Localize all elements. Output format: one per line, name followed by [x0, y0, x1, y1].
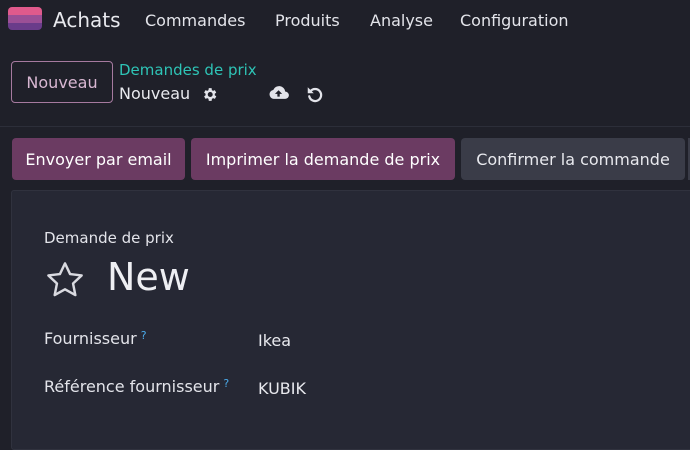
vendor-reference-field[interactable]: KUBIK	[258, 379, 306, 398]
cloud-upload-icon[interactable]	[268, 84, 290, 102]
app-name[interactable]: Achats	[53, 8, 121, 32]
star-icon[interactable]	[43, 259, 87, 301]
send-email-button[interactable]: Envoyer par email	[12, 138, 185, 180]
nav-item-configuration[interactable]: Configuration	[460, 11, 569, 30]
vendor-field[interactable]: Ikea	[258, 331, 291, 350]
nav-item-commandes[interactable]: Commandes	[145, 11, 245, 30]
breadcrumb-parent[interactable]: Demandes de prix	[119, 61, 257, 79]
top-navbar: Achats Commandes Produits Analyse Config…	[0, 0, 690, 40]
undo-icon[interactable]	[305, 85, 324, 103]
confirm-order-button[interactable]: Confirmer la commande	[461, 138, 685, 180]
breadcrumb-current: Nouveau	[119, 84, 191, 103]
help-tooltip-icon[interactable]: ?	[223, 377, 229, 390]
nav-item-analyse[interactable]: Analyse	[370, 11, 433, 30]
gear-icon[interactable]	[201, 86, 218, 103]
record-name[interactable]: New	[107, 255, 190, 299]
vendor-label: Fournisseur?	[44, 329, 147, 348]
help-tooltip-icon[interactable]: ?	[141, 329, 147, 342]
nav-item-produits[interactable]: Produits	[275, 11, 340, 30]
document-type-label: Demande de prix	[44, 229, 174, 247]
new-button[interactable]: Nouveau	[11, 61, 113, 103]
print-rfq-button[interactable]: Imprimer la demande de prix	[191, 138, 455, 180]
purchase-app-icon[interactable]	[8, 7, 42, 30]
control-panel-divider	[0, 126, 690, 127]
vendor-reference-label: Référence fournisseur?	[44, 377, 230, 396]
